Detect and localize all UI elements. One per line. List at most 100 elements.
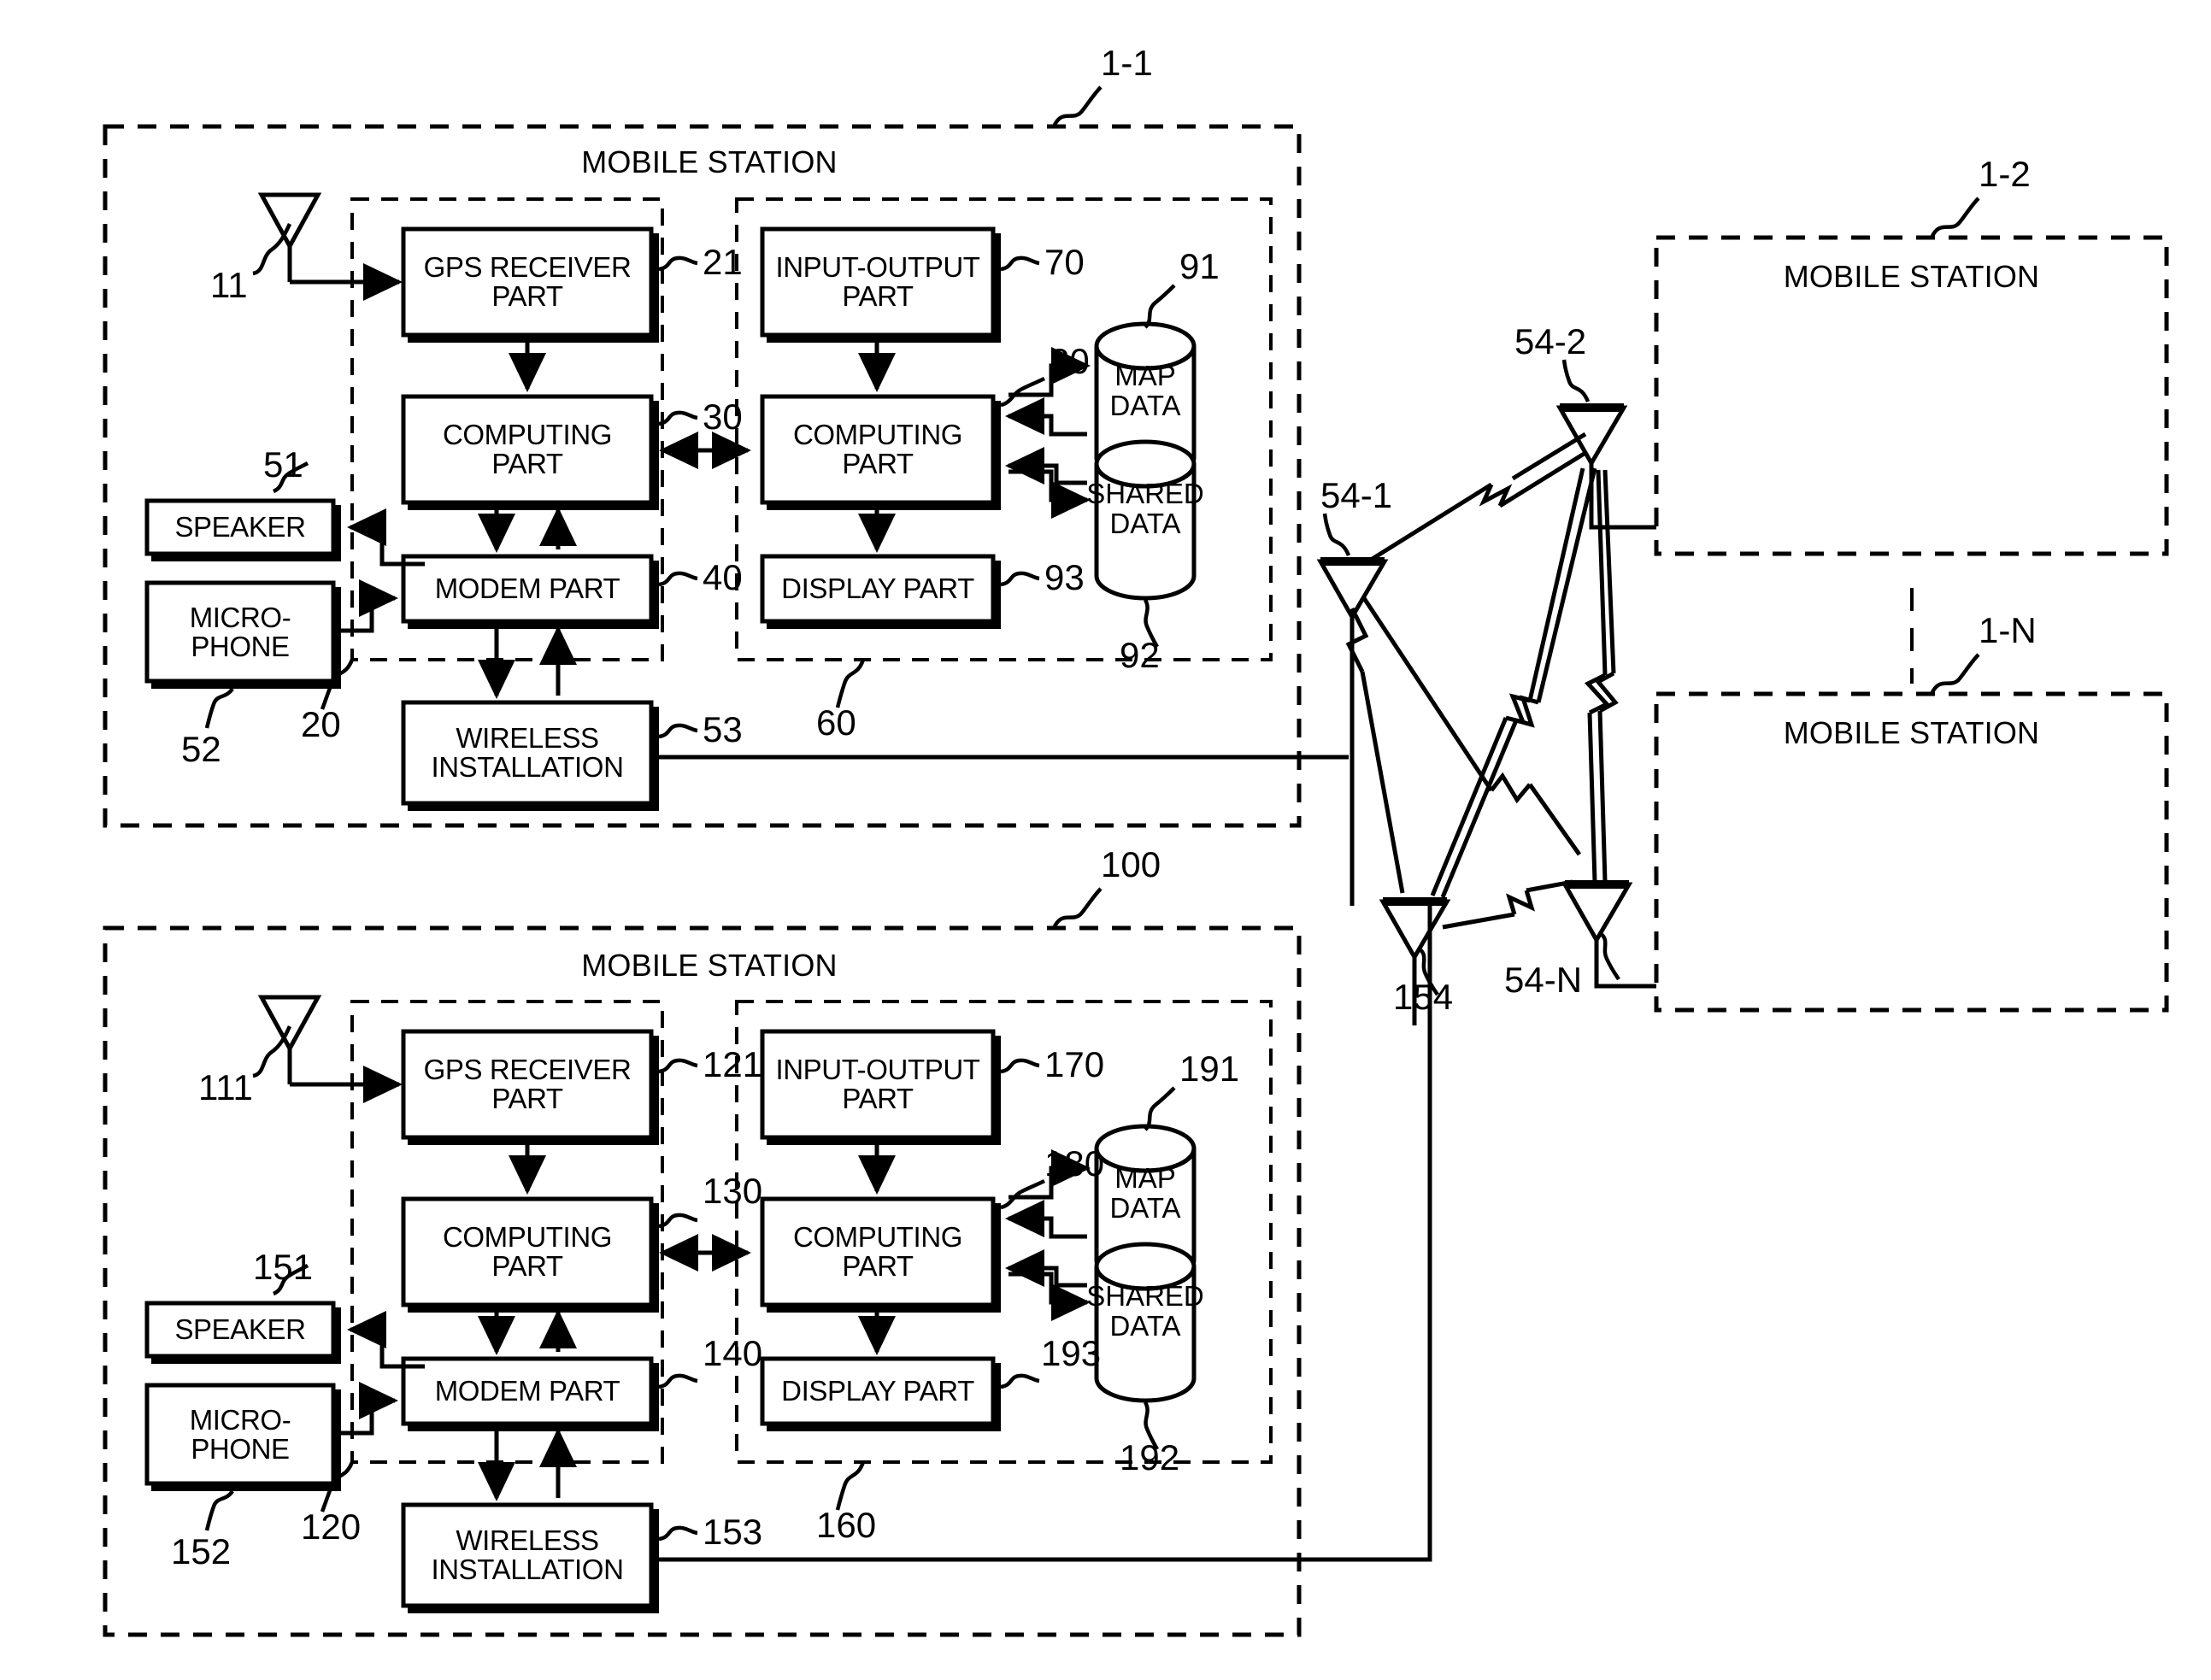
ref-80-leader [1000,376,1046,408]
link-541-542-c [1511,432,1587,481]
upper-modem-box [401,554,654,624]
lower-map-to-computing-arrow [1004,1200,1087,1239]
link-542-154-b [1430,717,1508,896]
upper-computing-right-ref: 80 [1050,341,1090,381]
lower-antenna-ref: 111 [198,1067,253,1107]
ref-152-leader [204,1489,234,1531]
ref-53-leader [658,723,698,739]
lower-microphone-box [144,1383,336,1486]
lower-speaker-ref: 151 [253,1247,314,1287]
lower-group-160-ref: 160 [816,1505,877,1545]
link-541-54N-a [1361,596,1494,792]
lower-group-120-ref: 120 [301,1507,362,1547]
ref-121-leader [658,1058,698,1074]
ref-21-leader [658,256,698,272]
upper-computing-to-shared-arrow [1008,469,1091,519]
lower-display-box [760,1356,996,1426]
lower-computing-left-ref: 130 [703,1171,763,1211]
antenna-54-1-leader [1322,513,1351,556]
upper-shared-data-label: SHARED DATA [1086,478,1204,539]
upper-computing-right-box [760,394,996,505]
peer-station-1-2-ref: 1-2 [1979,154,2031,194]
lower-shared-data-ref: 192 [1120,1437,1180,1477]
lower-wireless-box [401,1502,654,1608]
upper-antenna-ref: 11 [210,265,248,305]
ref-91-leader [1144,284,1176,329]
antenna-54-2-leader [1561,359,1591,402]
link-542-54N-b [1587,712,1597,883]
lower-shared-data-label: SHARED DATA [1086,1280,1204,1342]
upper-modem-ref: 40 [703,557,743,597]
antenna-54-2-ref: 54-2 [1514,321,1587,361]
upper-group-60-leader [835,659,866,708]
antenna-54-N-ref: 54-N [1504,960,1583,1000]
lower-input-output-box [760,1029,996,1140]
upper-microphone-ref: 52 [181,729,221,769]
antenna-154-ref: 154 [1393,977,1454,1017]
ref-52-leader [204,687,234,729]
ref-93-leader [1000,571,1040,587]
upper-microphone-box [144,580,336,684]
upper-wireless-ref: 53 [703,709,743,749]
link-541-54N-bolt [1490,772,1532,804]
ref-193-leader [1000,1373,1040,1389]
antenna-11-leader [252,223,292,276]
lower-modem-box [401,1356,654,1426]
peer-1-N-leader [1929,653,1980,696]
lower-input-output-ref: 170 [1044,1044,1105,1084]
upper-display-box [760,554,996,624]
link-542-54N-a [1596,469,1608,676]
antenna-54-N-leader [1598,931,1620,981]
lower-station-ref-leader [1051,887,1103,930]
antenna-111-leader [252,1025,292,1078]
lower-gps-box [401,1029,654,1140]
upper-wireless-box [401,700,654,806]
link-154-54N-bolt [1506,890,1535,915]
upper-speaker-ref: 51 [263,444,303,485]
link-542-154-c [1536,467,1597,703]
peer-1-2-leader [1929,197,1980,239]
ref-40-leader [658,571,698,587]
lower-map-data-ref: 191 [1179,1049,1240,1089]
diagram-vector-layer [103,85,2169,1637]
link-542-154-d [1440,720,1519,898]
lower-computing-left-box [401,1196,654,1307]
lower-station-ref: 100 [1101,844,1161,884]
lower-computing-right-box [760,1196,996,1307]
lower-computing-right-ref: 180 [1044,1143,1105,1184]
lower-microphone-to-modem-line [341,1382,399,1436]
upper-group-60-ref: 60 [816,702,856,743]
upper-speaker-box [144,498,336,556]
ref-70-leader [1000,256,1040,272]
link-541-54N-b [1527,783,1582,856]
upper-input-output-box [760,226,996,338]
link-542-54N-c [1602,469,1616,674]
peer-station-1-N-boundary [1654,691,2169,1013]
upper-station-ref: 1-1 [1101,43,1153,83]
upper-computing-left-box [401,394,654,505]
lower-map-data-label: MAP DATA [1109,1162,1181,1224]
link-154-54N-a [1442,912,1515,930]
lower-speaker-box [144,1301,336,1359]
link-542-154-a [1527,467,1585,702]
ref-140-leader [658,1373,698,1389]
upper-shared-to-computing-arrow [1004,447,1087,485]
upper-gps-antenna-11 [257,192,322,282]
upper-gps-ref: 21 [703,242,743,282]
lower-group-160-leader [835,1461,866,1511]
upper-display-ref: 93 [1044,557,1085,597]
upper-map-to-computing-arrow [1004,397,1087,437]
upper-station-ref-leader [1051,85,1103,128]
lower-gps-antenna-111 [257,995,322,1084]
peer-station-1-N-ref: 1-N [1979,610,2037,650]
upper-computing-left-ref: 30 [703,397,743,437]
ref-130-leader [658,1213,698,1229]
lower-microphone-ref: 152 [171,1531,232,1571]
lower-shared-to-computing-arrow [1004,1249,1087,1288]
upper-gps-box [401,226,654,338]
upper-group-20-ref: 20 [301,704,341,744]
link-542-54N-d [1597,710,1608,883]
link-541-154-a [1360,671,1405,894]
upper-shared-data-ref: 92 [1120,635,1160,675]
ref-170-leader [1000,1058,1040,1074]
